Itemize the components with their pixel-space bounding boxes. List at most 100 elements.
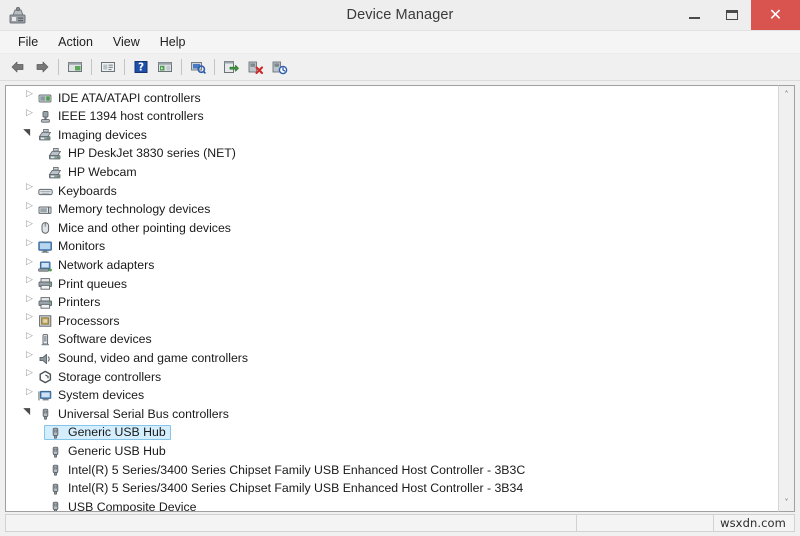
row-content: Storage controllers — [34, 370, 166, 385]
uninstall-device-button[interactable] — [243, 56, 267, 78]
menu-file[interactable]: File — [9, 33, 47, 52]
tree-node-label: Keyboards — [58, 183, 117, 198]
row-content: Memory technology devices — [34, 202, 215, 217]
selected-row-highlight: Generic USB Hub — [44, 425, 171, 441]
scroll-up-button[interactable]: ˄ — [779, 86, 794, 103]
help-button[interactable]: ? — [129, 56, 153, 78]
memory-device-icon — [37, 202, 54, 218]
tree-node-label: Imaging devices — [58, 127, 147, 142]
show-hide-action-pane-button[interactable] — [153, 56, 177, 78]
device-manager-window: Device Manager ✕ File Action View Help ?… — [0, 0, 800, 536]
menu-view[interactable]: View — [104, 33, 149, 52]
minimize-button[interactable] — [675, 0, 713, 30]
tree-node-label: Intel(R) 5 Series/3400 Series Chipset Fa… — [68, 481, 524, 496]
tree-node[interactable]: IEEE 1394 host controllers — [6, 108, 778, 127]
forward-button[interactable] — [30, 56, 54, 78]
scrollbar-track[interactable] — [779, 103, 794, 494]
tree-node-label: Printers — [58, 295, 101, 310]
tree-node-label: Universal Serial Bus controllers — [58, 406, 229, 421]
tree-node[interactable]: HP DeskJet 3830 series (NET) — [6, 145, 778, 164]
maximize-button[interactable] — [713, 0, 751, 30]
usb-icon — [47, 444, 64, 460]
tree-node[interactable]: Generic USB Hub — [6, 424, 778, 443]
tree-node-label: Storage controllers — [58, 369, 162, 384]
tree-node-label: Generic USB Hub — [68, 425, 166, 440]
menu-bar: File Action View Help — [0, 31, 800, 54]
tree-node[interactable]: Printers — [6, 294, 778, 313]
tree-node[interactable]: Processors — [6, 312, 778, 331]
scan-hardware-changes-button[interactable] — [186, 56, 210, 78]
row-content: Intel(R) 5 Series/3400 Series Chipset Fa… — [44, 463, 530, 478]
tree-node[interactable]: Universal Serial Bus controllers — [6, 405, 778, 424]
tree-node[interactable]: Storage controllers — [6, 368, 778, 387]
usb-icon — [37, 406, 54, 422]
tree-node[interactable]: Keyboards — [6, 182, 778, 201]
tree-node-label: IDE ATA/ATAPI controllers — [58, 90, 201, 105]
menu-action[interactable]: Action — [49, 33, 102, 52]
device-manager-icon — [7, 5, 29, 27]
tree-node[interactable]: Intel(R) 5 Series/3400 Series Chipset Fa… — [6, 479, 778, 498]
close-button[interactable]: ✕ — [751, 0, 800, 30]
network-adapter-icon — [37, 258, 54, 274]
console-tree-icon — [68, 62, 82, 72]
device-tree[interactable]: IDE ATA/ATAPI controllers IEEE 1394 host … — [6, 86, 778, 511]
tree-node-label: Sound, video and game controllers — [58, 350, 249, 365]
close-icon: ✕ — [768, 5, 783, 24]
row-content: Intel(R) 5 Series/3400 Series Chipset Fa… — [44, 481, 528, 496]
tree-node-label: Software devices — [58, 332, 152, 347]
scroll-down-button[interactable]: ˅ — [779, 494, 794, 511]
row-content: Sound, video and game controllers — [34, 351, 253, 366]
properties-button[interactable] — [96, 56, 120, 78]
ide-controller-icon — [37, 90, 54, 106]
tree-node[interactable]: Mice and other pointing devices — [6, 219, 778, 238]
row-content: Generic USB Hub — [44, 444, 171, 459]
forward-arrow-icon — [36, 61, 49, 73]
row-content: Universal Serial Bus controllers — [34, 407, 234, 422]
uninstall-device-icon — [248, 61, 264, 75]
window-controls: ✕ — [675, 0, 800, 30]
system-device-icon — [37, 388, 54, 404]
tree-node[interactable]: Sound, video and game controllers — [6, 349, 778, 368]
vertical-scrollbar[interactable]: ˄ ˅ — [778, 85, 795, 512]
update-driver-button[interactable] — [219, 56, 243, 78]
help-question-icon: ? — [134, 61, 148, 74]
tree-node[interactable]: Monitors — [6, 238, 778, 257]
row-content: Software devices — [34, 333, 157, 348]
tree-node-label: System devices — [58, 388, 145, 403]
menu-help[interactable]: Help — [151, 33, 195, 52]
disable-device-icon — [272, 61, 288, 75]
tree-node[interactable]: Network adapters — [6, 256, 778, 275]
separator-1 — [58, 59, 59, 75]
tree-node[interactable]: IDE ATA/ATAPI controllers — [6, 89, 778, 108]
imaging-device-icon — [47, 146, 64, 162]
separator-3 — [124, 59, 125, 75]
back-button[interactable] — [6, 56, 30, 78]
separator-4 — [181, 59, 182, 75]
tree-node[interactable]: Print queues — [6, 275, 778, 294]
storage-controller-icon — [37, 369, 54, 385]
tree-node-label: HP DeskJet 3830 series (NET) — [68, 146, 236, 161]
tree-node[interactable]: Generic USB Hub — [6, 442, 778, 461]
row-content: IDE ATA/ATAPI controllers — [34, 91, 206, 106]
tree-node[interactable]: Software devices — [6, 331, 778, 350]
site-watermark: wsxdn.com — [720, 516, 786, 530]
disable-device-button[interactable] — [267, 56, 291, 78]
tree-node[interactable]: HP Webcam — [6, 163, 778, 182]
tree-node[interactable]: System devices — [6, 387, 778, 406]
tree-node[interactable]: Memory technology devices — [6, 201, 778, 220]
show-hide-console-tree-button[interactable] — [63, 56, 87, 78]
scan-hardware-icon — [191, 62, 207, 75]
properties-icon — [101, 62, 115, 72]
status-pane-watermark: wsxdn.com — [713, 514, 795, 532]
usb-icon — [47, 425, 64, 441]
tree-node[interactable]: Imaging devices — [6, 126, 778, 145]
tree-node-label: Processors — [58, 313, 120, 328]
row-content: HP Webcam — [44, 165, 142, 180]
tree-node[interactable]: Intel(R) 5 Series/3400 Series Chipset Fa… — [6, 461, 778, 480]
usb-icon — [47, 462, 64, 478]
title-bar: Device Manager ✕ — [0, 0, 800, 31]
row-content: System devices — [34, 388, 149, 403]
tree-node-label: HP Webcam — [68, 165, 137, 180]
tree-node[interactable]: USB Composite Device — [6, 498, 778, 511]
minimize-icon — [688, 17, 700, 19]
